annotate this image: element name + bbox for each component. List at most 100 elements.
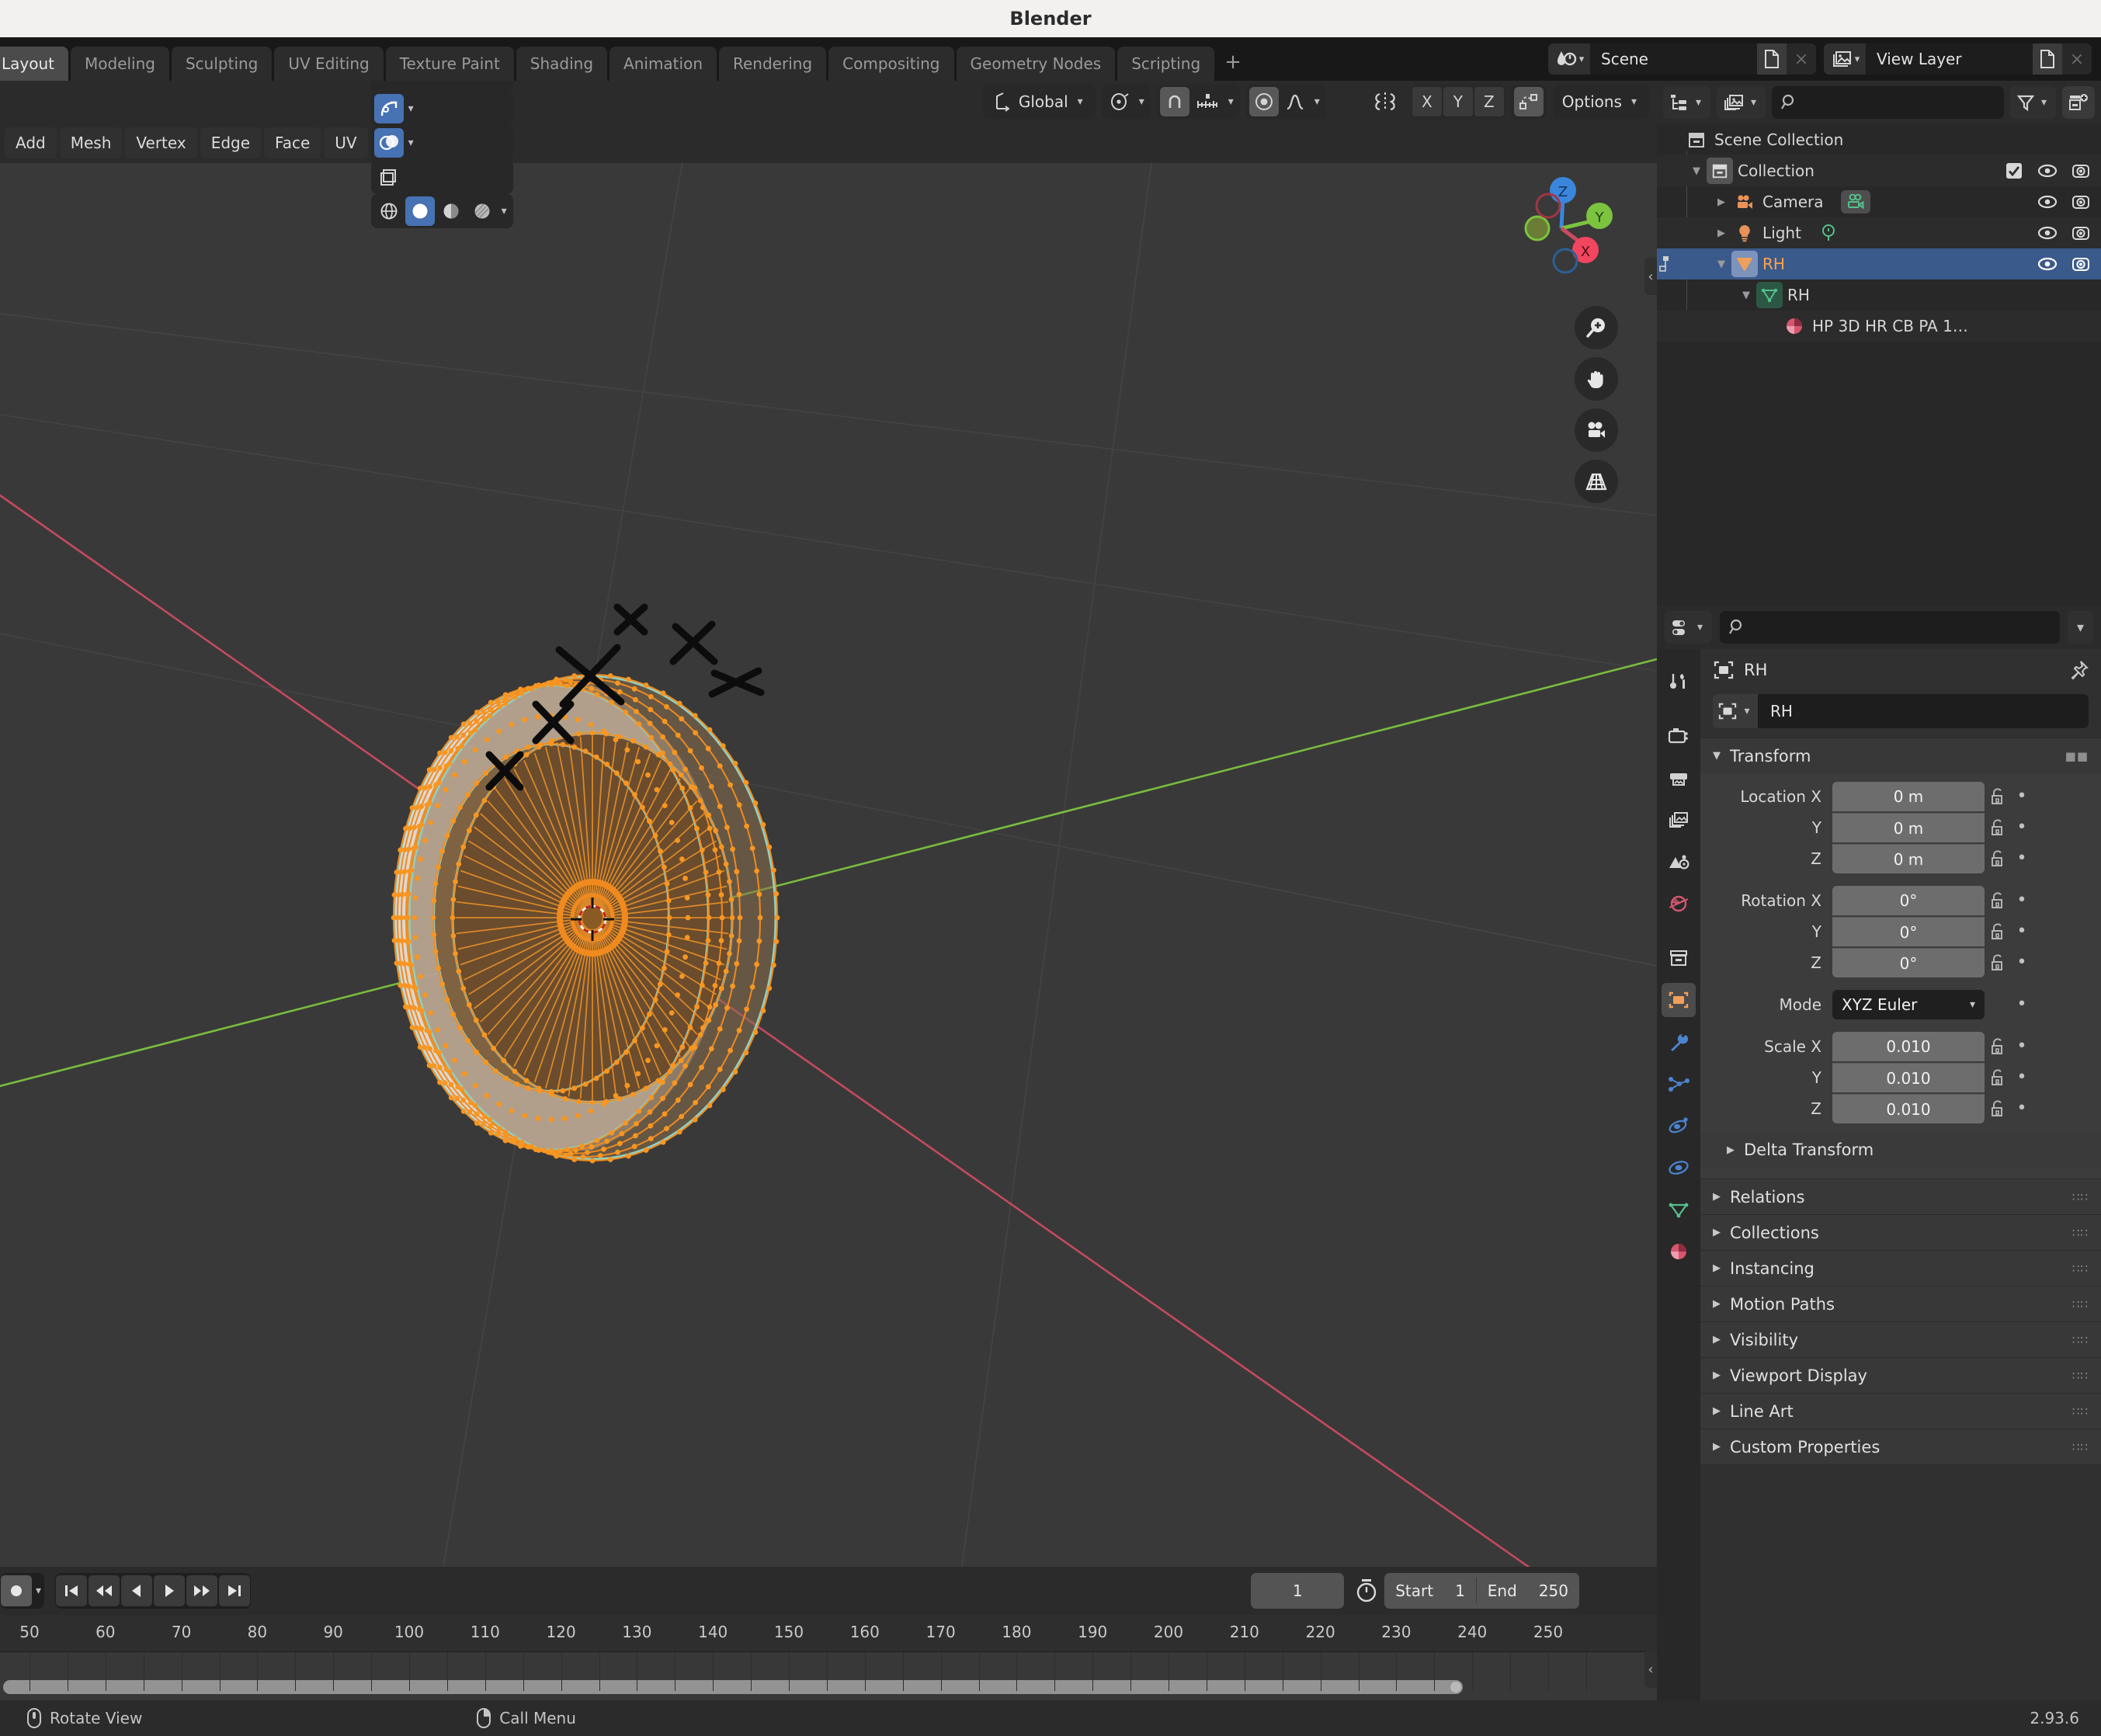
options-dropdown[interactable]: Options ▾	[1552, 85, 1649, 119]
disclosure-triangle[interactable]: ▼	[1686, 165, 1707, 177]
animate-property-dot[interactable]: •	[2011, 954, 2033, 971]
workspace-tab-rendering[interactable]: Rendering	[719, 47, 827, 81]
value-location-x[interactable]: 0 m	[1832, 782, 1985, 811]
properties-editor[interactable]: ▾ ▾ RH ▾ RH ▼ Transform ■■ Location X 0 …	[1657, 606, 2101, 1700]
outliner-display-mode-icon[interactable]: ▾	[1663, 86, 1711, 119]
properties-editor-icon[interactable]: ▾	[1665, 611, 1713, 644]
disclosure-triangle[interactable]: ▶	[1711, 196, 1731, 208]
snapping-group[interactable]: ▾	[1156, 85, 1240, 119]
animate-property-dot[interactable]: •	[2011, 892, 2033, 909]
navigation-gizmo[interactable]: Z Y X	[1503, 165, 1620, 281]
pivot-point-icon[interactable]	[1105, 87, 1134, 116]
proportional-connected-group[interactable]	[1510, 85, 1547, 119]
new-view-layer-button[interactable]	[2033, 43, 2062, 75]
filter-funnel-icon[interactable]: ▾	[2009, 86, 2056, 119]
output-tab[interactable]	[1662, 761, 1696, 795]
panel-header-relations[interactable]: ▶ Relations ∷∷	[1700, 1179, 2101, 1214]
scene-name-field[interactable]: Scene	[1590, 43, 1757, 75]
xray-group[interactable]	[370, 160, 513, 194]
animate-property-dot[interactable]: •	[2011, 923, 2033, 940]
snap-magnet-icon[interactable]	[1159, 87, 1189, 116]
eye-icon[interactable]	[2037, 256, 2058, 272]
workspace-tab-shading[interactable]: Shading	[516, 47, 608, 81]
properties-tab-column[interactable]	[1657, 649, 1700, 1700]
frame-start-end[interactable]: Start 1 End 250	[1384, 1573, 1579, 1609]
workspace-tab-uv-editing[interactable]: UV Editing	[274, 47, 384, 81]
camera-render-icon[interactable]	[2071, 224, 2090, 241]
world-tab[interactable]	[1662, 887, 1696, 921]
viewport-sidebar-toggle[interactable]: ‹	[1644, 258, 1657, 295]
value-location-y[interactable]: 0 m	[1832, 813, 1985, 842]
workspace-tab-layout[interactable]: Layout	[0, 47, 68, 81]
unlink-view-layer-button[interactable]: ×	[2062, 43, 2092, 75]
lock-icon[interactable]	[1985, 787, 2011, 806]
menu-vertex[interactable]: Vertex	[125, 127, 197, 158]
eye-icon[interactable]	[2037, 163, 2058, 179]
view-layer-selector[interactable]: ▾ View Layer ×	[1824, 43, 2092, 75]
add-workspace-button[interactable]: +	[1217, 47, 1249, 81]
chevron-down-icon[interactable]: ▾	[1741, 705, 1752, 717]
chevron-down-icon[interactable]: ▾	[498, 205, 510, 217]
collection-tab[interactable]	[1662, 941, 1696, 975]
shading-solid-icon[interactable]	[405, 196, 435, 226]
panel-drag-dots[interactable]: ■■	[2065, 749, 2089, 763]
lock-icon[interactable]	[1985, 953, 2011, 972]
filter-id-type-icon[interactable]: ▾	[1717, 86, 1766, 119]
animate-property-dot[interactable]: •	[2011, 819, 2033, 836]
next-keyframe-icon[interactable]	[186, 1575, 218, 1606]
new-collection-icon[interactable]	[2062, 86, 2095, 119]
shading-material-icon[interactable]	[436, 196, 466, 226]
panel-header-transform[interactable]: ▼ Transform ■■	[1700, 738, 2101, 773]
panel-header-collections[interactable]: ▶ Collections ∷∷	[1700, 1214, 2101, 1250]
object-name-input[interactable]: RH	[1758, 694, 2089, 728]
tool-tab[interactable]	[1662, 665, 1696, 699]
playback-controls[interactable]	[55, 1573, 252, 1609]
xray-toggle-icon[interactable]	[374, 162, 404, 192]
jump-start-icon[interactable]	[56, 1575, 88, 1606]
chevron-down-icon[interactable]: ▾	[2074, 620, 2087, 636]
camera-view-icon[interactable]	[1575, 408, 1618, 452]
mesh-symmetry-icon[interactable]	[1365, 87, 1405, 116]
panel-header-delta-transform[interactable]: ▶ Delta Transform	[1700, 1132, 2101, 1168]
eye-icon[interactable]	[2037, 194, 2058, 210]
menu-face[interactable]: Face	[264, 127, 321, 158]
workspace-tab-geometry-nodes[interactable]: Geometry Nodes	[956, 47, 1116, 81]
lock-icon[interactable]	[1985, 818, 2011, 837]
outliner-row-material[interactable]: HP 3D HR CB PA 1…	[1657, 311, 2101, 342]
lock-icon[interactable]	[1985, 849, 2011, 868]
lock-icon[interactable]	[1985, 1037, 2011, 1056]
prev-keyframe-icon[interactable]	[89, 1575, 120, 1606]
camera-render-icon[interactable]	[2071, 193, 2090, 210]
workspace-tab-compositing[interactable]: Compositing	[828, 47, 954, 81]
lock-icon[interactable]	[1985, 922, 2011, 941]
show-gizmo-icon[interactable]	[374, 81, 407, 89]
chevron-down-icon[interactable]: ▾	[33, 1585, 44, 1597]
end-frame-value[interactable]: 250	[1528, 1573, 1579, 1609]
menu-mesh[interactable]: Mesh	[59, 127, 123, 158]
proportional-connected-icon[interactable]	[1513, 87, 1544, 116]
outliner-row-camera[interactable]: ▶ Camera	[1657, 186, 2101, 217]
menu-add[interactable]: Add	[5, 127, 57, 158]
particles-tab[interactable]	[1662, 1067, 1696, 1101]
chevron-down-icon[interactable]: ▾	[405, 137, 417, 149]
pin-icon[interactable]	[2068, 660, 2089, 680]
scene-selector[interactable]: ▾ Scene ×	[1548, 43, 1816, 75]
eye-icon[interactable]	[2037, 225, 2058, 241]
panel-drag-dots[interactable]: ∷∷	[2072, 1404, 2089, 1418]
play-reverse-icon[interactable]	[121, 1575, 153, 1606]
animate-property-dot[interactable]: •	[2011, 1038, 2033, 1055]
value-location-z[interactable]: 0 m	[1832, 844, 1985, 873]
pivot-point-group[interactable]: ▾	[1101, 85, 1151, 119]
panel-drag-dots[interactable]: ∷∷	[2072, 1440, 2089, 1454]
camera-render-icon[interactable]	[2071, 255, 2090, 273]
panel-header-visibility[interactable]: ▶ Visibility ∷∷	[1700, 1321, 2101, 1357]
outliner-row-scene-collection[interactable]: Scene Collection	[1657, 124, 2101, 155]
scene-icon[interactable]: ▾	[1548, 43, 1590, 75]
disclosure-triangle[interactable]: ▼	[1711, 259, 1731, 270]
panel-drag-dots[interactable]: ∷∷	[2072, 1297, 2089, 1311]
start-frame-value[interactable]: 1	[1444, 1573, 1476, 1609]
symmetry-z-button[interactable]: Z	[1474, 87, 1504, 116]
outliner-row-light[interactable]: ▶ Light	[1657, 217, 2101, 248]
zoom-icon[interactable]	[1575, 306, 1618, 349]
workspace-tab-animation[interactable]: Animation	[609, 47, 717, 81]
